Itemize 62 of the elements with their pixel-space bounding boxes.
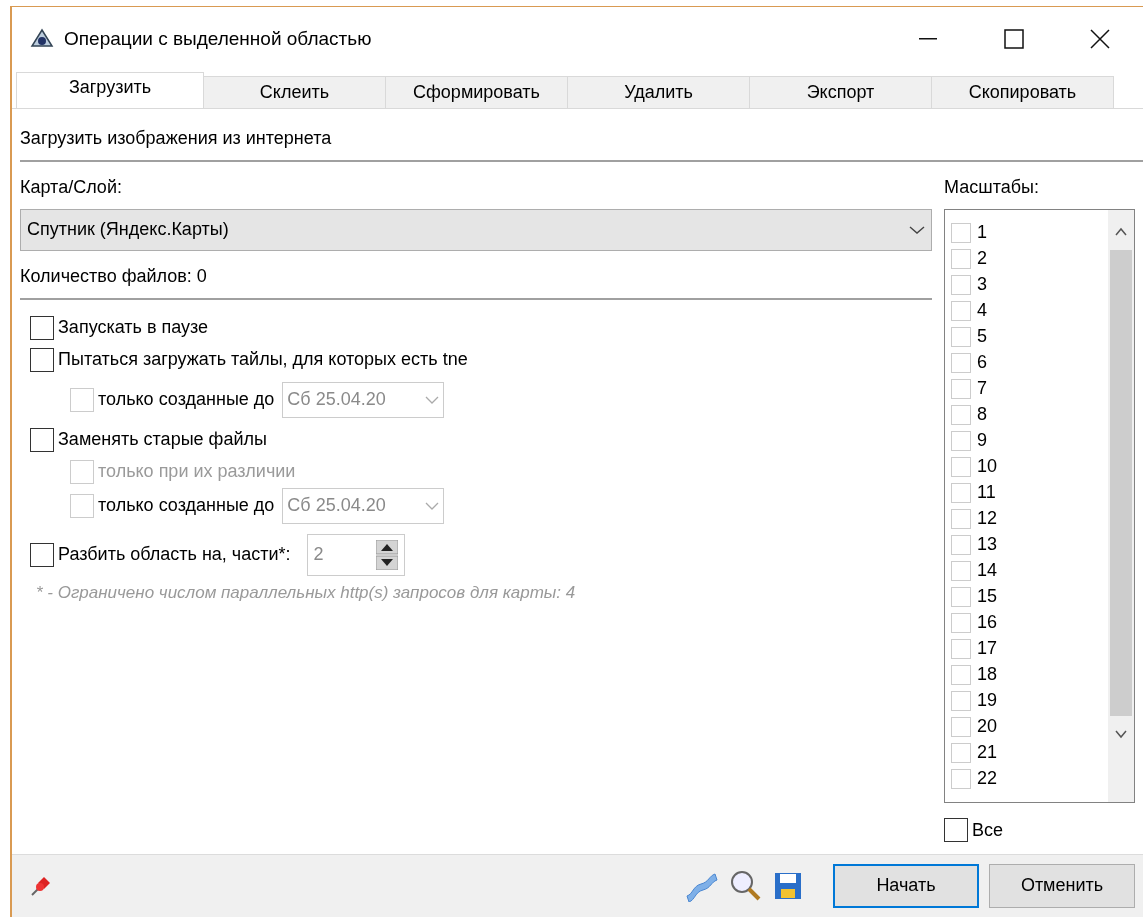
scale-label: 15 xyxy=(977,585,998,609)
tab[interactable]: Загрузить xyxy=(16,71,204,108)
option-label: Все xyxy=(972,818,1004,842)
option-label: Разбить область на, части*: xyxy=(58,543,291,567)
scale-label: 9 xyxy=(977,429,987,453)
layer-dropdown[interactable]: Спутник (Яндекс.Карты) xyxy=(20,208,932,251)
option-label: Заменять старые файлы xyxy=(58,428,267,452)
scale-label: 18 xyxy=(977,663,998,687)
field-label: Масштабы: xyxy=(944,175,1040,199)
scale-label: 17 xyxy=(977,637,998,661)
option-label: только созданные до xyxy=(98,388,275,412)
tab[interactable]: Удалить xyxy=(567,75,750,108)
field-label: Карта/Слой: xyxy=(20,175,123,199)
scale-label: 14 xyxy=(977,559,998,583)
scale-label: 8 xyxy=(977,403,987,427)
scale-label: 2 xyxy=(977,247,987,271)
tab[interactable]: Экспорт xyxy=(749,75,932,108)
scale-label: 5 xyxy=(977,325,987,349)
window-title: Операции с выделенной областью xyxy=(64,27,372,52)
checkbox[interactable] xyxy=(30,315,54,340)
option-label: только при их различии xyxy=(98,460,296,484)
scale-label: 21 xyxy=(977,741,998,765)
scale-label: 10 xyxy=(977,455,998,479)
minimize-icon xyxy=(919,38,937,41)
scale-label: 11 xyxy=(977,481,996,505)
scale-label: 3 xyxy=(977,273,987,297)
scale-list[interactable]: 1 2 3 4 5 6 7 8 9 10 11 12 13 14 15 16 17 18 19 20 21 22 xyxy=(944,208,1135,803)
scale-label: 20 xyxy=(977,715,998,739)
scale-label: 1 xyxy=(977,221,987,245)
scale-label: 22 xyxy=(977,767,998,791)
checkbox[interactable] xyxy=(30,347,54,372)
section-title: Загрузить изображения из интернета xyxy=(20,126,333,150)
scale-label: 7 xyxy=(977,377,987,401)
scrollbar[interactable] xyxy=(1108,209,1134,802)
chevron-down-icon xyxy=(909,224,925,235)
tab[interactable]: Склеить xyxy=(203,75,386,108)
scroll-thumb[interactable] xyxy=(1110,249,1132,716)
option-label: только созданные до xyxy=(98,494,275,518)
close-icon xyxy=(1090,29,1110,50)
scale-label: 13 xyxy=(977,533,998,557)
footnote: * - Ограничено числом параллельных http(s) запросов для карты: 4 xyxy=(35,581,577,604)
maximize-icon xyxy=(1004,29,1024,50)
save-icon[interactable] xyxy=(773,870,803,901)
dialog-button[interactable]: Начать xyxy=(833,863,979,908)
file-count: Количество файлов: 0 xyxy=(20,264,208,288)
checkbox[interactable] xyxy=(944,818,968,843)
option-label: Запускать в паузе xyxy=(58,316,209,340)
checkbox[interactable] xyxy=(30,427,54,452)
chevron-down-icon xyxy=(425,500,440,511)
scale-label: 4 xyxy=(977,299,987,323)
checkbox[interactable] xyxy=(30,542,54,567)
spin-arrows-icon[interactable] xyxy=(375,539,398,570)
scale-label: 12 xyxy=(977,507,998,531)
tab[interactable]: Скопировать xyxy=(931,75,1114,108)
zoom-icon[interactable] xyxy=(729,868,763,903)
scale-label: 19 xyxy=(977,689,998,713)
option-label: Пытаться загружать тайлы, для которых есть tne xyxy=(58,348,468,372)
dialog-button[interactable]: Отменить xyxy=(989,863,1135,908)
scale-label: 6 xyxy=(977,351,987,375)
tab[interactable]: Сформировать xyxy=(385,75,568,108)
scale-label: 16 xyxy=(977,611,998,635)
chevron-down-icon xyxy=(425,394,440,405)
